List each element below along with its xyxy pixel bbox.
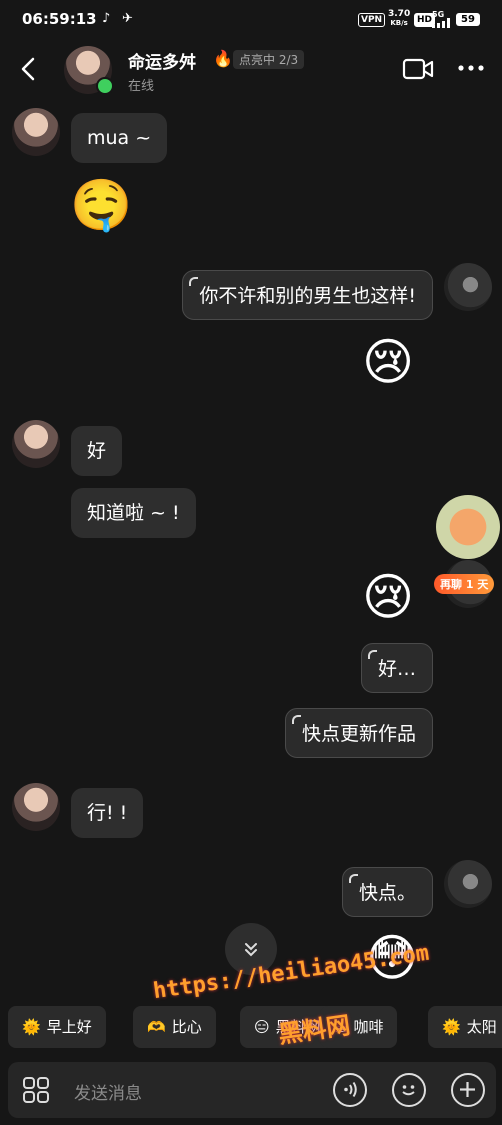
message-bubble-received[interactable]: 好 — [71, 426, 123, 476]
apps-grid-icon[interactable] — [22, 1076, 50, 1104]
streak-peach-sticker[interactable] — [436, 495, 500, 559]
voice-button[interactable] — [333, 1073, 367, 1107]
message-emoji-received[interactable]: 🤤 — [70, 175, 132, 235]
presence-status: 在线 — [128, 79, 155, 94]
message-bubble-received[interactable]: mua ~ — [71, 113, 168, 163]
message-emoji-sent[interactable]: 😢 — [362, 332, 414, 392]
more-options-icon[interactable] — [456, 58, 486, 78]
message-input[interactable]: 发送消息 — [74, 1079, 142, 1104]
quick-reply-chip[interactable]: 🌞 早上好 — [8, 1006, 106, 1048]
vpn-badge: VPN — [358, 13, 386, 27]
signal-icon — [432, 18, 450, 28]
smiley-icon — [402, 1085, 415, 1096]
contact-name[interactable]: 命运多舛 — [128, 48, 196, 73]
quick-reply-chip[interactable]: 🌞 太阳 — [428, 1006, 502, 1048]
net-speed: 3.70 KB/s — [388, 10, 410, 28]
my-avatar[interactable] — [444, 860, 492, 908]
video-call-icon[interactable] — [402, 57, 434, 81]
sun-icon: 🌞 — [22, 1018, 41, 1036]
battery-indicator: 59 — [456, 13, 480, 26]
quick-reply-label: 比心 — [171, 1018, 202, 1036]
net-speed-value: 3.70 — [388, 9, 411, 19]
quick-reply-label: 太阳 — [466, 1018, 497, 1036]
quick-reply-label: 早上好 — [46, 1018, 92, 1036]
flame-icon: 🔥 — [213, 49, 233, 68]
streak-badge[interactable]: 再聊 1 天 — [434, 574, 495, 594]
quick-reply-label: 咖啡 — [353, 1018, 384, 1036]
net-speed-unit: KB/s — [390, 19, 408, 27]
message-bubble-sent[interactable]: 快点更新作品 — [284, 708, 433, 758]
emoji-button[interactable] — [392, 1073, 426, 1107]
back-arrow-icon[interactable] — [14, 54, 44, 84]
online-indicator — [96, 77, 114, 95]
contact-message-avatar[interactable] — [12, 420, 60, 468]
music-icon: ♪ — [102, 11, 111, 26]
bird-icon: ✈ — [122, 11, 133, 26]
sun-icon: 🌞 — [442, 1018, 461, 1036]
heart-hands-icon: 🫶 — [147, 1018, 166, 1036]
add-button[interactable] — [451, 1073, 485, 1107]
flame-progress-tag[interactable]: 点亮中 2/3 — [233, 50, 305, 69]
message-bubble-sent[interactable]: 好… — [360, 643, 433, 693]
my-avatar[interactable] — [444, 263, 492, 311]
plus-icon — [460, 1082, 475, 1097]
contact-message-avatar[interactable] — [12, 783, 60, 831]
quick-reply-chip[interactable]: 🫶 比心 — [133, 1006, 216, 1048]
message-bubble-received[interactable]: 知道啦 ~ ! — [71, 488, 196, 538]
contact-message-avatar[interactable] — [12, 108, 60, 156]
status-time: 06:59:13 — [22, 10, 97, 28]
message-emoji-sent[interactable]: 😢 — [362, 567, 414, 627]
voice-icon — [344, 1081, 357, 1098]
status-bar: 06:59:13 ♪ ✈ VPN 3.70 KB/s HD 5G 59 — [0, 0, 502, 40]
message-bubble-sent[interactable]: 你不许和别的男生也这样! — [182, 270, 433, 320]
message-bubble-sent[interactable]: 快点。 — [341, 867, 433, 917]
message-bubble-received[interactable]: 行! ! — [71, 788, 144, 838]
face-icon: 😑 — [254, 1018, 270, 1036]
